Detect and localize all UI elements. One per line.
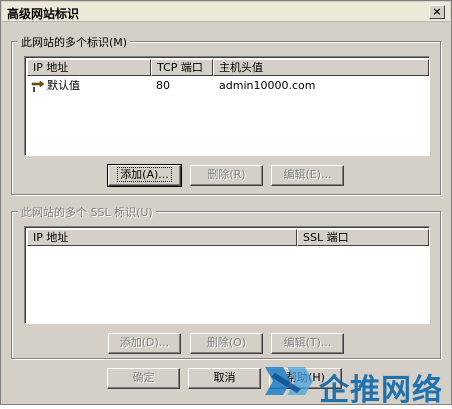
col-tcp-port[interactable]: TCP 端口	[151, 59, 213, 76]
ssl-identities-list[interactable]: IP 地址 SSL 端口	[24, 226, 430, 324]
close-button[interactable]: ×	[429, 5, 445, 19]
title-bar[interactable]: 高级网站标识 ×	[2, 2, 450, 22]
identity-host-cell: admin10000.com	[219, 79, 316, 92]
identities-list-header: IP 地址 TCP 端口 主机头值	[27, 59, 429, 76]
add-identity-button[interactable]: 添加(A)...	[107, 164, 182, 187]
edit-ssl-identity-button[interactable]: 编辑(T)...	[271, 333, 344, 354]
col-ssl-port[interactable]: SSL 端口	[297, 229, 429, 246]
identities-group: 此网站的多个标识(M) IP 地址 TCP 端口 主机头值 默认值 80 adm…	[11, 34, 441, 195]
col-ssl-ip-address[interactable]: IP 地址	[27, 229, 297, 246]
dialog-title: 高级网站标识	[7, 7, 80, 21]
watermark-logo-icon	[265, 367, 313, 395]
remove-ssl-identity-button[interactable]: 删除(O)	[190, 333, 263, 354]
ok-button[interactable]: 确定	[107, 368, 180, 389]
cancel-button[interactable]: 取消	[188, 368, 261, 389]
col-ip-address[interactable]: IP 地址	[27, 59, 151, 76]
col-host-header[interactable]: 主机头值	[213, 59, 429, 76]
identity-port-cell: 80	[156, 79, 170, 92]
add-identity-label: 添加(A)...	[117, 167, 172, 182]
watermark: 企推网络	[261, 361, 451, 408]
edit-identity-button[interactable]: 编辑(E)...	[271, 165, 344, 186]
identity-ip-cell: 默认值	[47, 79, 80, 92]
ssl-identities-group: 此网站的多个 SSL 标识(U) IP 地址 SSL 端口 添加(D)... 删…	[11, 204, 441, 359]
advanced-site-identification-dialog: 高级网站标识 × 此网站的多个标识(M) IP 地址 TCP 端口 主机头值 默…	[0, 0, 452, 408]
network-identity-icon	[31, 80, 45, 92]
ssl-identities-group-legend: 此网站的多个 SSL 标识(U)	[18, 204, 156, 220]
add-ssl-identity-button[interactable]: 添加(D)...	[108, 333, 181, 354]
ssl-identities-list-header: IP 地址 SSL 端口	[27, 229, 429, 246]
table-row[interactable]: 默认值 80 admin10000.com	[27, 78, 427, 94]
watermark-text: 企推网络	[319, 373, 443, 408]
identities-group-legend: 此网站的多个标识(M)	[18, 34, 131, 50]
remove-identity-button[interactable]: 删除(R)	[190, 165, 263, 186]
identities-list[interactable]: IP 地址 TCP 端口 主机头值 默认值 80 admin10000.com	[24, 56, 430, 156]
close-icon: ×	[432, 5, 442, 18]
